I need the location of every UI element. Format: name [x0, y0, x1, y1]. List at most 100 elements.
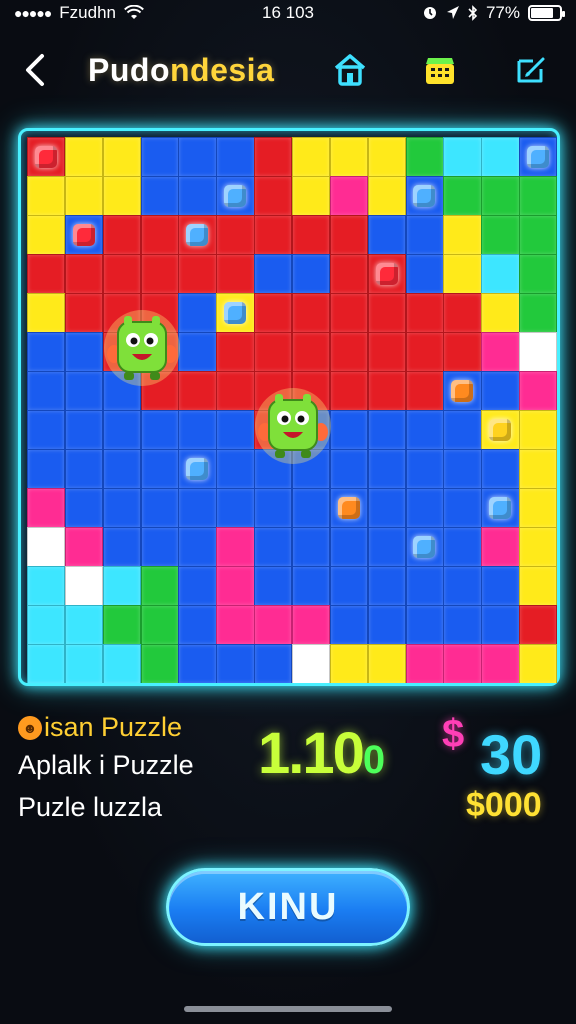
board-cell[interactable]: [102, 215, 142, 255]
board-cell[interactable]: [64, 527, 104, 567]
gem-piece[interactable]: [406, 527, 444, 566]
gem-piece[interactable]: [481, 488, 519, 527]
board-cell[interactable]: [329, 215, 369, 255]
board-cell[interactable]: [367, 449, 407, 489]
board-cell[interactable]: [481, 644, 520, 683]
home-button[interactable]: [328, 48, 372, 92]
board-cell[interactable]: [519, 605, 557, 645]
board-cell[interactable]: [367, 488, 407, 528]
board-cell[interactable]: [102, 566, 142, 606]
board-cell[interactable]: [519, 254, 557, 294]
board-cell[interactable]: [27, 566, 66, 606]
board-cell[interactable]: [178, 605, 217, 645]
board-cell[interactable]: [102, 176, 142, 216]
board-cell[interactable]: [27, 449, 66, 489]
board-cell[interactable]: [443, 176, 482, 216]
board-cell[interactable]: [481, 176, 520, 216]
board-cell[interactable]: [367, 137, 407, 177]
board-cell[interactable]: [64, 410, 104, 450]
board-cell[interactable]: [64, 449, 104, 489]
board-cell[interactable]: [27, 176, 66, 216]
board-cell[interactable]: [481, 254, 520, 294]
board-cell[interactable]: [329, 410, 369, 450]
board-cell[interactable]: [329, 176, 369, 216]
board-cell[interactable]: [405, 215, 444, 255]
board-cell[interactable]: [27, 332, 66, 372]
board-cell[interactable]: [64, 176, 104, 216]
board-cell[interactable]: [254, 254, 293, 294]
board-cell[interactable]: [481, 449, 520, 489]
board-cell[interactable]: [367, 215, 407, 255]
board-cell[interactable]: [27, 410, 66, 450]
board-cell[interactable]: [481, 566, 520, 606]
board-cell[interactable]: [519, 527, 557, 567]
board-cell[interactable]: [178, 332, 217, 372]
board-cell[interactable]: [178, 644, 217, 683]
board-cell[interactable]: [405, 254, 444, 294]
board-cell[interactable]: [292, 488, 331, 528]
board-cell[interactable]: [216, 371, 255, 411]
board-cell[interactable]: [64, 137, 104, 177]
board-cell[interactable]: [140, 605, 179, 645]
home-indicator[interactable]: [184, 1006, 392, 1012]
board-cell[interactable]: [443, 293, 482, 333]
board-cell[interactable]: [27, 215, 66, 255]
board-cell[interactable]: [64, 293, 104, 333]
board-cell[interactable]: [254, 566, 293, 606]
board-cell[interactable]: [519, 332, 557, 372]
board-cell[interactable]: [102, 137, 142, 177]
board-cell[interactable]: [216, 605, 255, 645]
board-cell[interactable]: [178, 566, 217, 606]
board-cell[interactable]: [64, 605, 104, 645]
board-cell[interactable]: [519, 566, 557, 606]
board-cell[interactable]: [102, 527, 142, 567]
board-cell[interactable]: [292, 215, 331, 255]
board-cell[interactable]: [178, 527, 217, 567]
board-cell[interactable]: [140, 566, 179, 606]
board-cell[interactable]: [443, 644, 482, 683]
board-cell[interactable]: [178, 254, 217, 294]
gem-piece[interactable]: [65, 215, 103, 254]
board-cell[interactable]: [405, 488, 444, 528]
board-cell[interactable]: [443, 527, 482, 567]
board-cell[interactable]: [64, 644, 104, 683]
board-cell[interactable]: [443, 566, 482, 606]
board-cell[interactable]: [102, 410, 142, 450]
board-cell[interactable]: [367, 410, 407, 450]
board-cell[interactable]: [405, 644, 444, 683]
board-cell[interactable]: [102, 254, 142, 294]
board-cell[interactable]: [27, 254, 66, 294]
board-cell[interactable]: [64, 371, 104, 411]
board-cell[interactable]: [216, 332, 255, 372]
gem-piece[interactable]: [368, 254, 406, 293]
board-cell[interactable]: [216, 449, 255, 489]
board-cell[interactable]: [102, 644, 142, 683]
board-cell[interactable]: [519, 215, 557, 255]
board-cell[interactable]: [519, 488, 557, 528]
board-cell[interactable]: [329, 644, 369, 683]
board-cell[interactable]: [405, 371, 444, 411]
gem-piece[interactable]: [406, 176, 444, 215]
gem-piece[interactable]: [178, 215, 216, 254]
board-cell[interactable]: [254, 644, 293, 683]
board-cell[interactable]: [329, 254, 369, 294]
gem-piece[interactable]: [178, 449, 216, 488]
board-cell[interactable]: [443, 215, 482, 255]
board-cell[interactable]: [481, 293, 520, 333]
board-cell[interactable]: [367, 293, 407, 333]
board-cell[interactable]: [405, 293, 444, 333]
monster-character-icon[interactable]: [253, 386, 333, 466]
board-cell[interactable]: [329, 293, 369, 333]
board-cell[interactable]: [140, 410, 179, 450]
board-cell[interactable]: [329, 566, 369, 606]
gem-piece[interactable]: [443, 371, 481, 410]
gem-piece[interactable]: [216, 293, 254, 332]
board-cell[interactable]: [367, 644, 407, 683]
board-cell[interactable]: [140, 449, 179, 489]
board-cell[interactable]: [64, 566, 104, 606]
board-cell[interactable]: [443, 605, 482, 645]
board-cell[interactable]: [178, 488, 217, 528]
board-cell[interactable]: [292, 293, 331, 333]
board-cell[interactable]: [254, 527, 293, 567]
board-cell[interactable]: [64, 254, 104, 294]
